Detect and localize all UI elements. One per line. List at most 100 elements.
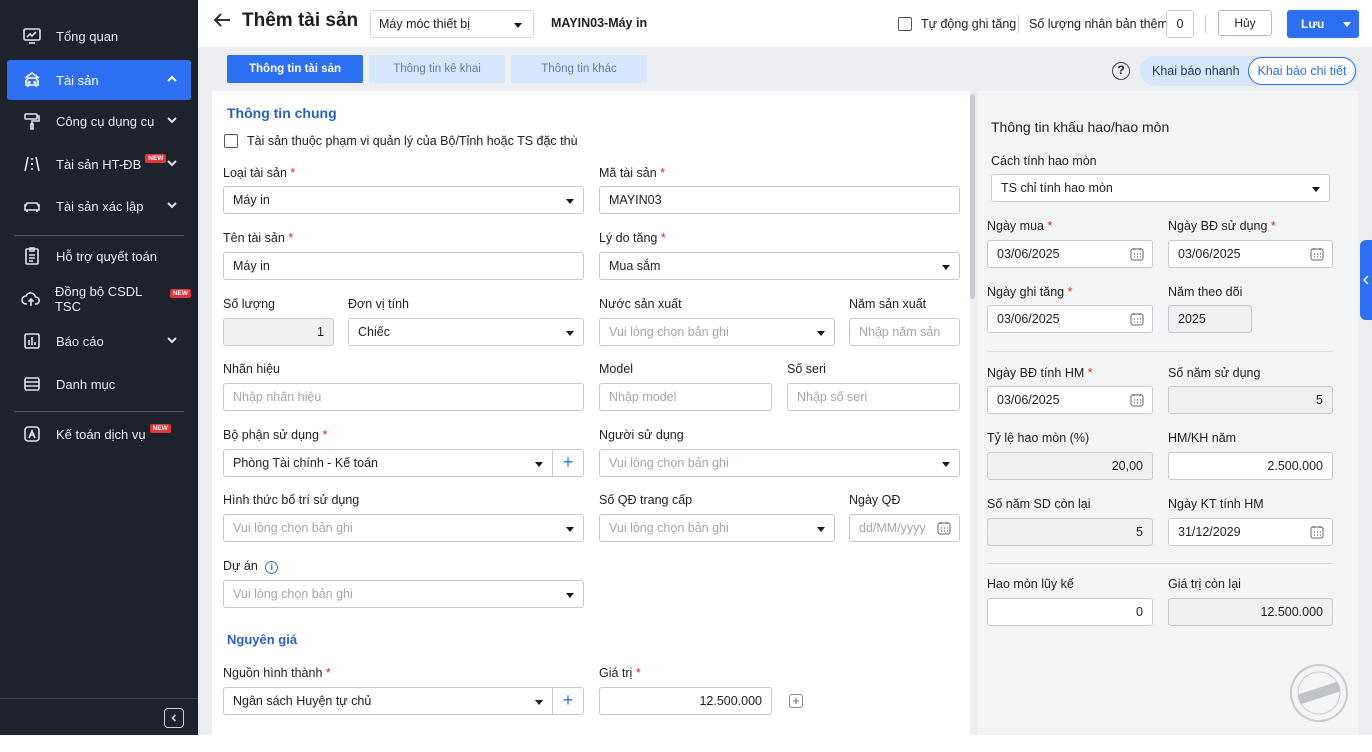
field-label: Ngày QĐ xyxy=(849,493,901,507)
depreciation-method-select[interactable]: TS chỉ tính hao mòn xyxy=(991,174,1330,202)
calendar-icon[interactable] xyxy=(1130,247,1144,261)
serial-input[interactable]: Nhập số seri xyxy=(787,383,960,411)
depreciation-end-date-input[interactable]: 31/12/2029 xyxy=(1168,518,1333,546)
sidebar-item-reports[interactable]: Báo cáo xyxy=(7,321,191,361)
sidebar-item-assets[interactable]: Tài sản xyxy=(7,60,191,100)
bar-chart-icon xyxy=(21,330,43,352)
tab-declaration-info[interactable]: Thông tin kê khai xyxy=(369,55,505,83)
tab-asset-info[interactable]: Thông tin tài sản xyxy=(227,55,363,83)
dropdown-caret-icon xyxy=(514,23,522,28)
dashboard-icon xyxy=(21,25,43,47)
detail-mode-option[interactable]: Khai báo chi tiết xyxy=(1248,57,1356,85)
copies-input[interactable]: 0 xyxy=(1166,10,1194,38)
sidebar-item-overview[interactable]: Tổng quan xyxy=(7,16,191,56)
declaration-mode-toggle: Khai báo nhanh Khai báo chi tiết xyxy=(1140,56,1358,86)
auto-increase-checkbox[interactable] xyxy=(898,17,912,31)
dropdown-caret-icon xyxy=(535,462,543,467)
accumulated-depreciation-input[interactable]: 0 xyxy=(987,598,1153,626)
brand-input[interactable]: Nhập nhãn hiệu xyxy=(223,383,584,411)
add-funding-source-button[interactable]: + xyxy=(553,687,584,715)
reason-select[interactable]: Mua sắm xyxy=(599,252,960,280)
track-year-input: 2025 xyxy=(1168,305,1252,333)
field-label: Số lượng xyxy=(223,297,276,311)
cancel-button[interactable]: Hủy xyxy=(1218,10,1272,36)
asset-code-name: MAYIN03-Máy in xyxy=(551,16,648,30)
content-area: Thông tin tài sản Thông tin kê khai Thôn… xyxy=(198,47,1372,735)
section-title-cost: Nguyên giá xyxy=(227,632,298,647)
side-panel-toggle[interactable] xyxy=(1360,240,1372,320)
chevron-down-icon xyxy=(165,156,179,170)
use-start-date-input[interactable]: 03/06/2025 xyxy=(1168,240,1333,268)
special-asset-checkbox[interactable] xyxy=(224,134,238,148)
field-label: Số năm sử dụng xyxy=(1168,366,1261,380)
sidebar-item-sync[interactable]: Đồng bộ CSDL TSC NEW xyxy=(7,279,191,319)
department-select[interactable]: Phòng Tài chính - Kế toán xyxy=(223,449,553,477)
decision-date-input[interactable]: dd/MM/yyyy xyxy=(849,514,960,542)
collapse-sidebar-button[interactable] xyxy=(164,708,184,728)
field-label: HM/KH năm xyxy=(1168,431,1237,445)
sidebar: Tổng quan Tài sản Công cụ dụng cụ Tài sả… xyxy=(0,0,198,735)
calendar-icon[interactable] xyxy=(1130,393,1144,407)
buy-date-input[interactable]: 03/06/2025 xyxy=(987,240,1153,268)
calendar-icon[interactable] xyxy=(1130,312,1144,326)
tab-other-info[interactable]: Thông tin khác xyxy=(511,55,647,83)
project-select[interactable]: Vui lòng chọn bản ghi xyxy=(223,580,584,608)
arrangement-select[interactable]: Vui lòng chọn bản ghi xyxy=(223,514,584,542)
asset-type-select[interactable]: Máy in xyxy=(223,186,584,214)
add-cost-row-button[interactable]: + xyxy=(789,694,803,708)
unit-select[interactable]: Chiếc xyxy=(348,318,584,346)
country-select[interactable]: Vui lòng chọn bản ghi xyxy=(599,318,835,346)
asset-name-input[interactable]: Máy in xyxy=(223,252,584,280)
form-scrollbar[interactable] xyxy=(970,94,975,299)
divider xyxy=(0,698,198,699)
add-department-button[interactable]: + xyxy=(553,449,584,477)
calendar-icon[interactable] xyxy=(937,521,951,535)
depreciation-rate-input[interactable]: 20,00 xyxy=(987,452,1153,480)
field-label: Dự án i xyxy=(223,559,279,574)
field-label: Đơn vị tính xyxy=(348,297,409,311)
chevron-left-icon xyxy=(1362,275,1369,285)
save-button[interactable]: Lưu xyxy=(1287,10,1359,38)
calendar-icon[interactable] xyxy=(1310,525,1324,539)
section-title-depreciation: Thông tin khấu hao/hao mòn xyxy=(991,119,1170,135)
divider xyxy=(14,411,184,412)
dropdown-caret-icon xyxy=(1312,187,1320,192)
calendar-icon[interactable] xyxy=(1310,247,1324,261)
field-label: Số seri xyxy=(787,362,826,376)
increase-date-input[interactable]: 03/06/2025 xyxy=(987,305,1153,333)
sidebar-item-settlement[interactable]: Hỗ trợ quyết toán xyxy=(7,236,191,276)
sidebar-item-established[interactable]: Tài sản xác lập xyxy=(7,186,191,226)
annual-depreciation-input[interactable]: 2.500.000 xyxy=(1168,452,1333,480)
user-select[interactable]: Vui lòng chọn bản ghi xyxy=(599,449,960,477)
category-select[interactable]: Máy móc thiết bị xyxy=(370,10,534,38)
asset-code-input[interactable]: MAYIN03 xyxy=(599,186,960,214)
field-label: Giá trị còn lại xyxy=(1168,577,1241,591)
back-arrow-icon[interactable] xyxy=(212,12,232,28)
model-input[interactable]: Nhập model xyxy=(599,383,772,411)
sidebar-item-catalog[interactable]: Danh mục xyxy=(7,364,191,404)
funding-source-select[interactable]: Ngân sách Huyện tự chủ xyxy=(223,687,553,715)
decision-select[interactable]: Vui lòng chọn bản ghi xyxy=(599,514,835,542)
sidebar-item-infrastructure[interactable]: Tài sản HT-ĐB NEW xyxy=(7,144,191,184)
sidebar-item-tools[interactable]: Công cụ dụng cụ xyxy=(7,101,191,141)
remaining-years-input[interactable]: 5 xyxy=(987,518,1153,546)
field-label: Lý do tăng * xyxy=(599,231,666,245)
years-of-use-input[interactable]: 5 xyxy=(1168,386,1333,414)
dropdown-caret-icon[interactable] xyxy=(1343,22,1351,27)
field-label: Ngày BĐ tính HM * xyxy=(987,366,1093,380)
field-label: Năm sản xuất xyxy=(849,297,927,311)
tab-bar: Thông tin tài sản Thông tin kê khai Thôn… xyxy=(212,47,1358,91)
sidebar-item-label: Tài sản xác lập xyxy=(56,198,144,214)
quantity-input[interactable]: 1 xyxy=(223,318,334,346)
year-input[interactable]: Nhập năm sản xyxy=(849,318,960,346)
field-label: Nước sản xuất xyxy=(599,297,682,311)
chevron-down-icon xyxy=(165,113,179,127)
cost-value-input[interactable]: 12.500.000 xyxy=(599,687,772,715)
sidebar-item-accounting[interactable]: Kế toán dịch vụ NEW xyxy=(7,414,191,454)
divider xyxy=(987,351,1333,352)
dropdown-caret-icon xyxy=(817,527,825,532)
quick-mode-option[interactable]: Khai báo nhanh xyxy=(1152,64,1240,78)
new-badge: NEW xyxy=(169,288,191,298)
depreciation-start-date-input[interactable]: 03/06/2025 xyxy=(987,386,1153,414)
help-icon[interactable]: ? xyxy=(1112,62,1130,80)
